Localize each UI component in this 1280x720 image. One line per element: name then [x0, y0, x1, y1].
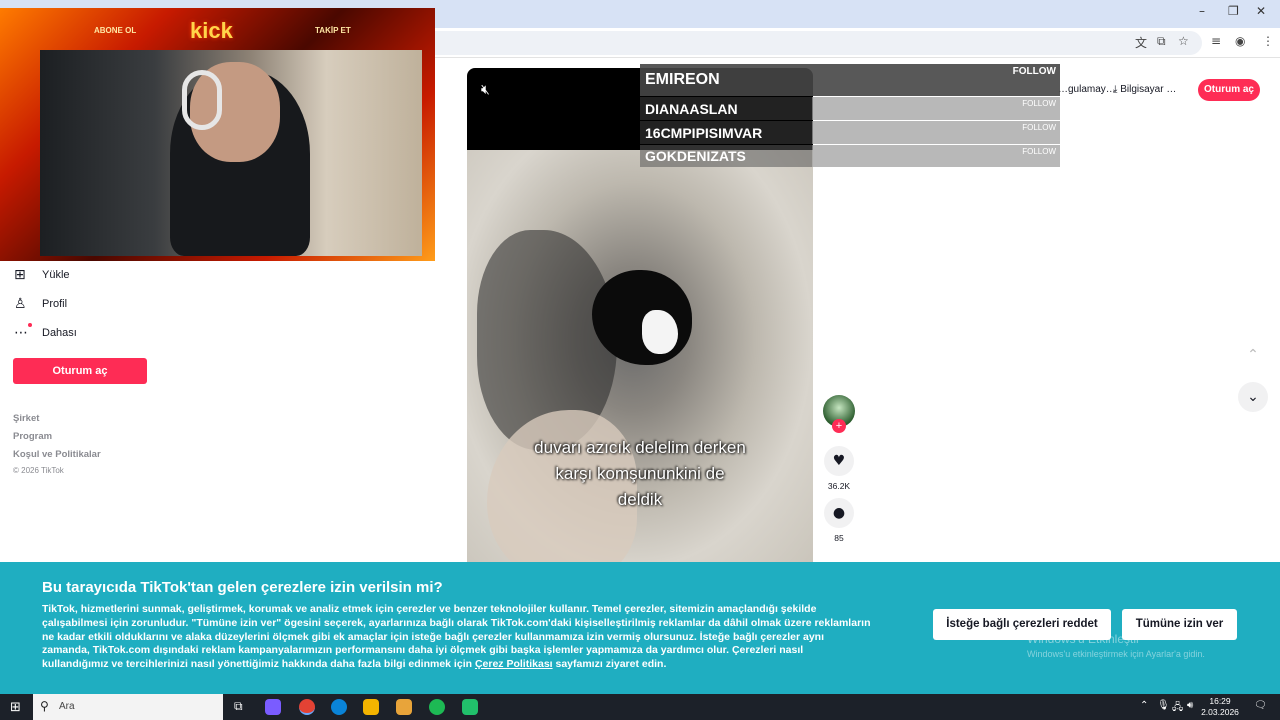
taskbar: ⊞ ⚲ Ara ⧉ ⌃ 🎙︎ 🖧︎ 🔊︎ 16:29 2.03.2026 🗨︎ — [0, 694, 1280, 720]
follower-row: GOKDENIZATS FOLLOW — [640, 145, 1060, 167]
windows-start-icon[interactable]: ⊞ — [10, 700, 21, 715]
follower-row: 16CMPIPISIMVAR FOLLOW — [640, 121, 1060, 144]
desktop-app-link[interactable]: ⤓ Bilgisayar … — [1113, 84, 1176, 95]
webcam-video — [40, 50, 422, 256]
volume-icon[interactable]: 🔊︎ — [1187, 700, 1193, 711]
video-caption-line: duvarı azıcık delelim derken — [534, 438, 746, 457]
tray-chevron-icon[interactable]: ⌃ — [1140, 700, 1148, 711]
copyright: © 2026 TikTok — [13, 466, 64, 475]
url-input[interactable] — [420, 31, 1202, 55]
search-icon: ⚲ — [40, 699, 49, 713]
follow-tag: FOLLOW — [1022, 99, 1056, 108]
get-app-link[interactable]: …gulamay… — [1058, 84, 1116, 95]
sidebar-item-more[interactable]: ⋯ Dahası — [14, 323, 77, 343]
kick-logo: kick — [190, 18, 233, 43]
sidebar-login-button[interactable]: Oturum aç — [13, 358, 147, 384]
comment-icon: ● — [832, 505, 846, 521]
more-icon: ⋯ — [14, 325, 28, 341]
follow-tag: FOLLOW — [1012, 66, 1056, 77]
spotify-icon[interactable] — [429, 699, 445, 715]
star-icon[interactable]: ☆ — [1178, 34, 1189, 48]
mute-icon[interactable]: 🔇︎ — [481, 82, 490, 98]
webcam-overlay: ABONE OL kick TAKİP ET — [0, 8, 435, 261]
sidebar-item-label: Dahası — [42, 327, 77, 339]
notification-dot — [28, 323, 32, 327]
next-video-button[interactable]: ⌄ — [1238, 382, 1268, 412]
minimize-button[interactable]: – — [1199, 4, 1205, 18]
follow-plus-icon[interactable]: + — [832, 419, 846, 433]
clock-date: 2.03.2026 — [1201, 707, 1239, 717]
like-count: 36.2K — [827, 481, 851, 491]
chevron-down-icon: ⌄ — [1247, 389, 1259, 405]
cookie-banner: Bu tarayıcıda TikTok'tan gelen çerezlere… — [0, 562, 1280, 694]
footer-link-program[interactable]: Program — [13, 431, 52, 442]
taskbar-clock[interactable]: 16:29 2.03.2026 — [1200, 696, 1240, 718]
top-login-button[interactable]: Oturum aç — [1198, 79, 1260, 101]
sidebar-item-label: Yükle — [42, 269, 70, 281]
restore-button[interactable]: ❐ — [1228, 4, 1239, 18]
install-icon[interactable]: ⧉ — [1157, 34, 1166, 49]
file-explorer-icon[interactable] — [363, 699, 379, 715]
profile-icon: ♙ — [14, 296, 27, 312]
taskbar-search[interactable]: ⚲ Ara — [33, 694, 223, 720]
follower-name: EMIREON — [645, 71, 720, 88]
activation-watermark-title: Windows'u Etkinleştir — [1027, 632, 1140, 646]
task-view-icon[interactable]: ⧉ — [234, 699, 243, 714]
clock-time: 16:29 — [1209, 696, 1231, 706]
media-icon[interactable]: ≡ — [1211, 34, 1221, 48]
chrome-icon[interactable] — [299, 699, 315, 715]
desktop-app-label: Bilgisayar … — [1120, 84, 1177, 95]
network-icon[interactable]: 🖧︎ — [1172, 700, 1183, 717]
menu-icon[interactable]: ⋮ — [1262, 34, 1274, 48]
translate-icon[interactable]: 文 — [1135, 34, 1147, 51]
heart-icon: ♥ — [832, 453, 846, 469]
cookie-title: Bu tarayıcıda TikTok'tan gelen çerezlere… — [42, 579, 443, 596]
footer-link-terms[interactable]: Koşul ve Politikalar — [13, 449, 101, 460]
video-frame: duvarı azıcık delelim derken karşı komşu… — [467, 150, 813, 568]
comment-count: 85 — [834, 533, 844, 543]
prev-video-button[interactable]: ⌃ — [1238, 340, 1268, 370]
search-placeholder: Ara — [59, 701, 75, 712]
download-icon: ⤓ — [1113, 84, 1118, 95]
comment-button[interactable]: ● — [824, 498, 854, 528]
video-caption-line: deldik — [617, 490, 663, 509]
cookie-body-text: TikTok, hizmetlerini sunmak, geliştirmek… — [42, 603, 871, 671]
sidebar-item-upload[interactable]: ⊞ Yükle — [14, 265, 70, 285]
sidebar-item-profile[interactable]: ♙ Profil — [14, 294, 67, 314]
chevron-up-icon: ⌃ — [1247, 347, 1259, 363]
headset — [182, 70, 222, 130]
webcam-follow-tag: TAKİP ET — [315, 26, 351, 35]
video-caption-line: karşı komşununkini de — [555, 464, 725, 483]
copilot-icon[interactable] — [265, 699, 281, 715]
webcam-subscribe-tag: ABONE OL — [94, 26, 137, 35]
microphone-icon[interactable]: 🎙︎ — [1157, 700, 1170, 711]
media-app-icon[interactable] — [396, 699, 412, 715]
cookie-body: TikTok, hizmetlerini sunmak, geliştirmek… — [42, 603, 872, 672]
wall-hole-light — [642, 310, 678, 354]
follow-tag: FOLLOW — [1022, 123, 1056, 132]
kick-app-icon[interactable] — [462, 699, 478, 715]
upload-icon: ⊞ — [14, 267, 26, 283]
cookie-body-end: sayfamızı ziyaret edin. — [552, 658, 667, 671]
sidebar-item-label: Profil — [42, 298, 68, 310]
follow-tag: FOLLOW — [1022, 147, 1056, 156]
follower-name: DIANAASLAN — [640, 97, 812, 120]
profile-icon[interactable]: ◉ — [1235, 34, 1245, 48]
edge-icon[interactable] — [331, 699, 347, 715]
notification-icon[interactable]: 🗨︎ — [1254, 700, 1267, 711]
follower-row: DIANAASLAN FOLLOW — [640, 97, 1060, 120]
cookie-policy-link[interactable]: Çerez Politikası — [475, 658, 553, 670]
follower-name: GOKDENIZATS — [640, 145, 812, 167]
close-button[interactable]: ✕ — [1256, 4, 1266, 18]
follower-name: 16CMPIPISIMVAR — [640, 121, 812, 144]
activation-watermark-text: Windows'u etkinleştirmek için Ayarlar'a … — [1027, 649, 1205, 659]
like-button[interactable]: ♥ — [824, 446, 854, 476]
follower-row: EMIREON FOLLOW — [640, 64, 1060, 96]
footer-link-company[interactable]: Şirket — [13, 413, 39, 424]
